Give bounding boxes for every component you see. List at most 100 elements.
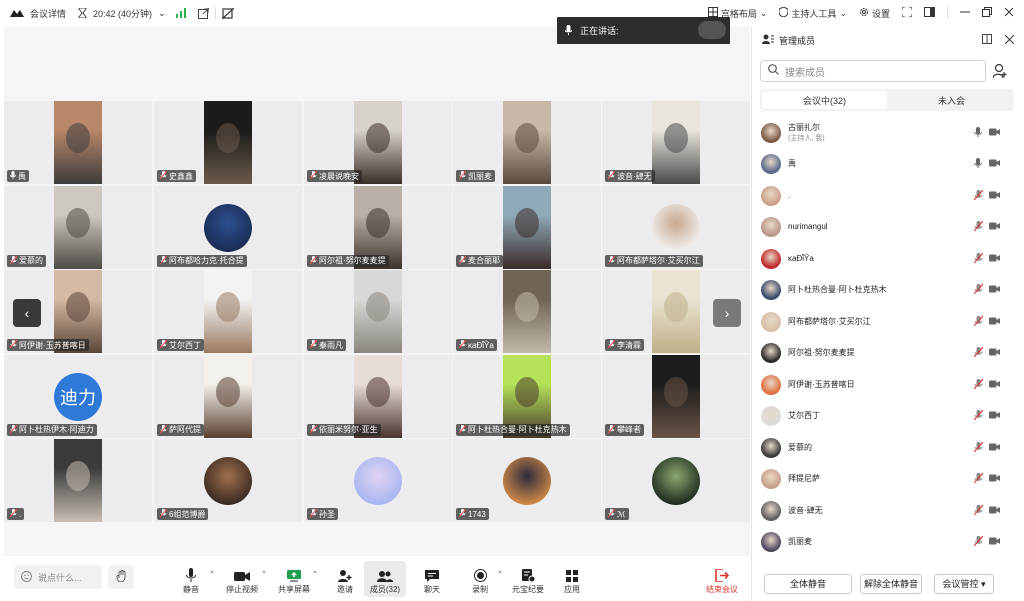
participant-tile[interactable]: 孙圣 (304, 439, 452, 522)
member-row[interactable]: 阿尔祖·努尔麦麦提 (752, 338, 1024, 369)
apps-button[interactable]: 应用 (552, 561, 592, 597)
popout-panel-icon[interactable] (982, 34, 992, 46)
next-page-button[interactable]: › (713, 299, 741, 327)
microphone-muted-icon[interactable] (973, 409, 984, 422)
raise-hand-button[interactable] (108, 565, 134, 589)
participant-tile[interactable]: 攀峰者 (602, 354, 750, 438)
meeting-control-button[interactable]: 会议管控 ▾ (934, 573, 994, 594)
video-camera-icon[interactable] (989, 254, 1000, 264)
restore-icon[interactable] (982, 7, 992, 19)
microphone-muted-icon[interactable] (973, 346, 984, 359)
participant-tile[interactable]: 阿尔祖·努尔麦麦提 (304, 185, 452, 269)
microphone-muted-icon[interactable] (973, 189, 984, 202)
quick-message-input[interactable]: 说点什么... (14, 565, 102, 589)
minimize-icon[interactable] (960, 7, 970, 19)
share-screen-button[interactable]: 共享屏幕 (274, 561, 314, 597)
tab-in-meeting[interactable]: 会议中(32) (762, 91, 887, 109)
participant-tile[interactable]: 艾尔西丁 (154, 270, 302, 353)
microphone-muted-icon[interactable] (973, 441, 984, 454)
member-row[interactable]: 古丽扎尔 (主持人, 我) (752, 117, 1024, 148)
settings-button[interactable]: 设置 (859, 7, 890, 20)
member-row[interactable]: κaÐῗŶa (752, 243, 1024, 274)
unmute-all-button[interactable]: 解除全体静音 (860, 573, 922, 594)
member-row[interactable]: 凯丽麦 (752, 527, 1024, 558)
mute-button[interactable]: 静音 (171, 561, 211, 597)
microphone-muted-icon[interactable] (973, 252, 984, 265)
previous-page-button[interactable]: ‹ (13, 299, 41, 327)
watermark-off-icon[interactable] (221, 7, 234, 19)
invite-button[interactable]: 邀请 (325, 561, 365, 597)
member-row[interactable]: 艾尔西丁 (752, 401, 1024, 432)
mute-all-button[interactable]: 全体静音 (764, 573, 852, 594)
member-row[interactable]: . (752, 180, 1024, 211)
host-tools-menu[interactable]: 主持人工具 ⌄ (778, 6, 847, 20)
chevron-up-icon[interactable]: ⌃ (209, 570, 215, 578)
member-row[interactable]: 波音·肆无 (752, 495, 1024, 526)
member-row[interactable]: 阿伊谢·玉苏普喀日 (752, 369, 1024, 400)
participant-tile[interactable]: 麦合丽耶 (453, 185, 601, 269)
video-camera-icon[interactable] (989, 474, 1000, 484)
video-camera-icon[interactable] (989, 128, 1000, 138)
record-button[interactable]: 录制 (460, 561, 500, 597)
participant-tile[interactable]: 波音·肆无 (602, 101, 750, 184)
microphone-muted-icon[interactable] (973, 283, 984, 296)
chevron-up-icon[interactable]: ⌃ (497, 570, 503, 578)
chevron-down-icon[interactable]: ⌄ (158, 8, 166, 19)
member-search-input[interactable]: 搜索成员 (760, 60, 986, 82)
participant-tile[interactable]: . (4, 439, 152, 522)
close-icon[interactable] (1004, 7, 1014, 19)
meeting-timer[interactable]: 20:42 (40分钟) (93, 7, 152, 20)
close-panel-icon[interactable] (1004, 34, 1015, 46)
microphone-muted-icon[interactable] (973, 472, 984, 485)
microphone-muted-icon[interactable] (973, 315, 984, 328)
microphone-muted-icon[interactable] (973, 535, 984, 548)
participant-tile[interactable]: 爱慕的 (4, 185, 152, 269)
member-row[interactable]: 阿布都萨塔尔·艾买尔江 (752, 306, 1024, 337)
microphone-icon[interactable] (974, 126, 982, 139)
sidebar-toggle-icon[interactable] (924, 7, 935, 19)
participant-tile[interactable]: 禹 (4, 101, 152, 184)
member-row[interactable]: 拜提尼萨 (752, 464, 1024, 495)
video-camera-icon[interactable] (989, 348, 1000, 358)
member-row[interactable]: 阿卜杜热合曼·阿卜杜克热木 (752, 275, 1024, 306)
participant-tile[interactable]: 6组范博爵 (154, 439, 302, 522)
video-camera-icon[interactable] (989, 222, 1000, 232)
participant-tile[interactable]: 阿卜杜热合曼·阿卜杜克热木 (453, 354, 601, 438)
chevron-up-icon[interactable]: ⌃ (312, 570, 318, 578)
participant-tile[interactable]: ℳ (602, 439, 750, 522)
stop-video-button[interactable]: 停止视频 (222, 561, 262, 597)
add-member-icon[interactable] (992, 63, 1007, 80)
members-button[interactable]: 成员(32) (364, 561, 406, 597)
end-meeting-button[interactable]: 结束会议 (702, 561, 742, 597)
participant-tile[interactable]: 史鑫鑫 (154, 101, 302, 184)
video-camera-icon[interactable] (989, 443, 1000, 453)
video-camera-icon[interactable] (989, 537, 1000, 547)
participant-tile[interactable]: 阿布都萨塔尔·艾买尔江 (602, 185, 750, 269)
microphone-icon[interactable] (974, 158, 982, 170)
fullscreen-icon[interactable] (901, 6, 913, 19)
participant-tile[interactable]: 迪力 阿卜杜热伊木·阿迪力 (4, 354, 152, 438)
participant-tile[interactable]: 秦雨凡 (304, 270, 452, 353)
participant-tile[interactable]: 依丽米努尔·亚生 (304, 354, 452, 438)
participant-tile[interactable]: 凌晨说晚安 (304, 101, 452, 184)
member-row[interactable]: nurimangul (752, 212, 1024, 243)
member-row[interactable]: 爱慕的 (752, 432, 1024, 463)
meeting-details-link[interactable]: 会议详情 (30, 7, 66, 20)
participant-tile[interactable]: 1743 (453, 439, 601, 522)
chat-button[interactable]: 聊天 (412, 561, 452, 597)
microphone-muted-icon[interactable] (973, 504, 984, 517)
participant-tile[interactable]: 萨阿代提 (154, 354, 302, 438)
video-camera-icon[interactable] (989, 191, 1000, 201)
participant-tile[interactable]: 阿布都哈力克·托合提 (154, 185, 302, 269)
video-camera-icon[interactable] (989, 317, 1000, 327)
member-row[interactable]: 禹 (752, 149, 1024, 180)
video-camera-icon[interactable] (989, 411, 1000, 421)
participant-tile[interactable]: κaÐῗŶa (453, 270, 601, 353)
video-camera-icon[interactable] (989, 285, 1000, 295)
video-camera-icon[interactable] (989, 506, 1000, 516)
chevron-up-icon[interactable]: ⌃ (261, 570, 267, 578)
video-camera-icon[interactable] (989, 380, 1000, 390)
ai-minutes-button[interactable]: 元宝纪要 (508, 561, 548, 597)
tab-not-joined[interactable]: 未入会 (889, 89, 1014, 111)
microphone-muted-icon[interactable] (973, 378, 984, 391)
